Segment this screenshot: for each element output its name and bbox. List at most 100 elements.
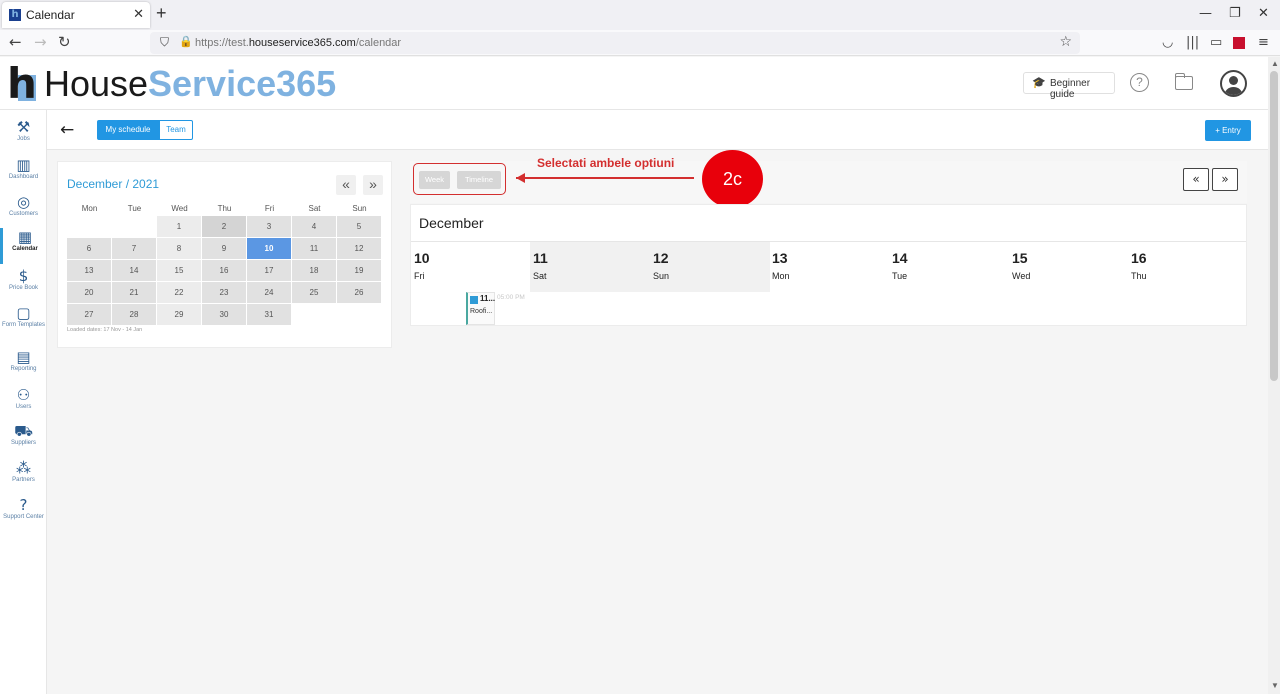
day-column[interactable]: 10 Fri xyxy=(411,247,530,291)
library-icon[interactable]: ||| xyxy=(1186,35,1199,50)
calendar-event[interactable]: 11... Roofi... xyxy=(466,292,495,325)
back-icon[interactable]: ← xyxy=(9,33,22,51)
pocket-icon[interactable]: ◡ xyxy=(1162,35,1173,50)
mini-day[interactable]: 3 xyxy=(247,216,291,237)
url-bar[interactable]: ⛉ 🔒 https://test.houseservice365.com/cal… xyxy=(150,32,1080,54)
day-column[interactable]: 12 Sun xyxy=(650,247,769,291)
back-arrow-icon[interactable]: ← xyxy=(60,120,74,140)
mini-day[interactable]: 2 xyxy=(202,216,246,237)
sidebar-item-dashboard[interactable]: ▥ Dashboard xyxy=(0,156,47,192)
minimize-icon[interactable]: — xyxy=(1199,6,1212,21)
mini-day[interactable]: 28 xyxy=(112,304,156,325)
day-column[interactable]: 15 Wed xyxy=(1009,247,1128,291)
mini-calendar: December / 2021 « » Mon Tue Wed Thu Fri Sat Su… xyxy=(57,161,392,348)
url-text: https://test.houseservice365.com/calenda… xyxy=(195,37,402,49)
mini-day[interactable]: 27 xyxy=(67,304,111,325)
reload-icon[interactable]: ↻ xyxy=(58,33,71,51)
week-view-button[interactable]: Week xyxy=(419,171,450,189)
graduation-cap-icon: 🎓 xyxy=(1032,76,1046,89)
mini-day[interactable]: 9 xyxy=(202,238,246,259)
sidebar-item-price-book[interactable]: $ Price Book xyxy=(0,267,47,303)
calendar-next-button[interactable]: » xyxy=(1212,168,1238,191)
sidebar-item-partners[interactable]: ⁂ Partners xyxy=(0,459,47,495)
forward-icon[interactable]: → xyxy=(34,33,47,51)
browser-tab-calendar[interactable]: h Calendar ✕ xyxy=(2,2,150,28)
mini-day[interactable]: 13 xyxy=(67,260,111,281)
tools-icon: ⚒ xyxy=(16,118,31,136)
mini-day[interactable]: 14 xyxy=(112,260,156,281)
tab-close-icon[interactable]: ✕ xyxy=(133,6,144,22)
mini-day[interactable]: 24 xyxy=(247,282,291,303)
annotation-text: Selectati ambele optiuni xyxy=(537,156,675,170)
mini-day-empty xyxy=(112,216,156,237)
mini-day[interactable]: 5 xyxy=(337,216,381,237)
day-column[interactable]: 11 Sat xyxy=(530,247,649,291)
calendar-prev-button[interactable]: « xyxy=(1183,168,1209,191)
sidebar-item-suppliers[interactable]: ⛟ Suppliers xyxy=(0,422,47,458)
menu-icon[interactable]: ≡ xyxy=(1258,35,1269,50)
mini-day[interactable]: 29 xyxy=(157,304,201,325)
lock-icon: 🔒 xyxy=(179,35,193,48)
mini-day[interactable]: 21 xyxy=(112,282,156,303)
help-icon[interactable]: ? xyxy=(1130,73,1149,92)
scroll-up-icon[interactable]: ▲ xyxy=(1271,59,1279,68)
mini-calendar-title: December / 2021 xyxy=(67,177,160,191)
mini-day[interactable]: 26 xyxy=(337,282,381,303)
page-scrollbar[interactable]: ▲ ▼ xyxy=(1268,57,1280,694)
day-column[interactable]: 14 Tue xyxy=(889,247,1008,291)
mini-next-button[interactable]: » xyxy=(363,175,383,195)
sidebar-item-form-templates[interactable]: ▢ Form Templates xyxy=(0,304,47,340)
sidebar-toggle-icon[interactable]: ▭ xyxy=(1210,35,1222,50)
folder-icon[interactable] xyxy=(1174,73,1193,90)
mini-day[interactable]: 23 xyxy=(202,282,246,303)
mini-day[interactable]: 22 xyxy=(157,282,201,303)
scroll-down-icon[interactable]: ▼ xyxy=(1271,681,1279,690)
mini-day[interactable]: 6 xyxy=(67,238,111,259)
sidebar-item-support-center[interactable]: ? Support Center xyxy=(0,496,47,532)
truck-icon: ⛟ xyxy=(14,422,33,440)
mini-day[interactable]: 10 xyxy=(247,238,291,259)
mini-day[interactable]: 16 xyxy=(202,260,246,281)
mini-day[interactable]: 12 xyxy=(337,238,381,259)
mini-day[interactable]: 4 xyxy=(292,216,336,237)
new-tab-button[interactable]: + xyxy=(156,3,167,24)
mini-day[interactable]: 15 xyxy=(157,260,201,281)
loaded-dates-label: Loaded dates: 17 Nov - 14 Jan xyxy=(67,327,143,333)
pdf-extension-icon[interactable] xyxy=(1233,37,1245,49)
mini-day[interactable]: 8 xyxy=(157,238,201,259)
restore-icon[interactable]: ❐ xyxy=(1229,6,1241,21)
sidebar-item-jobs[interactable]: ⚒ Jobs xyxy=(0,118,47,154)
mini-day[interactable]: 30 xyxy=(202,304,246,325)
mini-day[interactable]: 7 xyxy=(112,238,156,259)
chart-icon: ▥ xyxy=(16,156,31,174)
mini-day[interactable]: 1 xyxy=(157,216,201,237)
mini-day[interactable]: 25 xyxy=(292,282,336,303)
mini-day[interactable]: 19 xyxy=(337,260,381,281)
timeline-view-button[interactable]: Timeline xyxy=(457,171,501,189)
sidebar-item-users[interactable]: ⚇ Users xyxy=(0,386,47,422)
scroll-thumb[interactable] xyxy=(1270,71,1278,381)
mini-day[interactable]: 11 xyxy=(292,238,336,259)
mini-day[interactable]: 31 xyxy=(247,304,291,325)
report-icon: ▤ xyxy=(16,348,31,366)
mini-day[interactable]: 20 xyxy=(67,282,111,303)
users-icon: ⚇ xyxy=(16,386,31,404)
day-column[interactable]: 13 Mon xyxy=(769,247,888,291)
close-window-icon[interactable]: ✕ xyxy=(1258,6,1269,21)
mini-day[interactable]: 18 xyxy=(292,260,336,281)
bookmark-star-icon[interactable]: ☆ xyxy=(1059,34,1072,50)
sidebar-item-customers[interactable]: ◎ Customers xyxy=(0,193,47,229)
team-button[interactable]: Team xyxy=(159,120,193,140)
add-entry-button[interactable]: + Entry xyxy=(1205,120,1251,141)
browser-tabbar: h Calendar ✕ + — ❐ ✕ xyxy=(0,0,1280,30)
user-avatar-icon[interactable] xyxy=(1220,70,1247,97)
sidebar-item-reporting[interactable]: ▤ Reporting xyxy=(0,348,47,384)
sidebar-item-calendar[interactable]: ▦ Calendar xyxy=(0,228,47,264)
beginner-guide-button[interactable]: 🎓 Beginner guide xyxy=(1023,72,1115,100)
browser-navbar: ← → ↻ ⛉ 🔒 https://test.houseservice365.c… xyxy=(0,30,1280,56)
mini-day[interactable]: 17 xyxy=(247,260,291,281)
mini-weekday: Thu xyxy=(217,204,232,213)
my-schedule-button[interactable]: My schedule xyxy=(97,120,159,140)
mini-prev-button[interactable]: « xyxy=(336,175,356,195)
day-column[interactable]: 16 Thu xyxy=(1128,247,1247,291)
